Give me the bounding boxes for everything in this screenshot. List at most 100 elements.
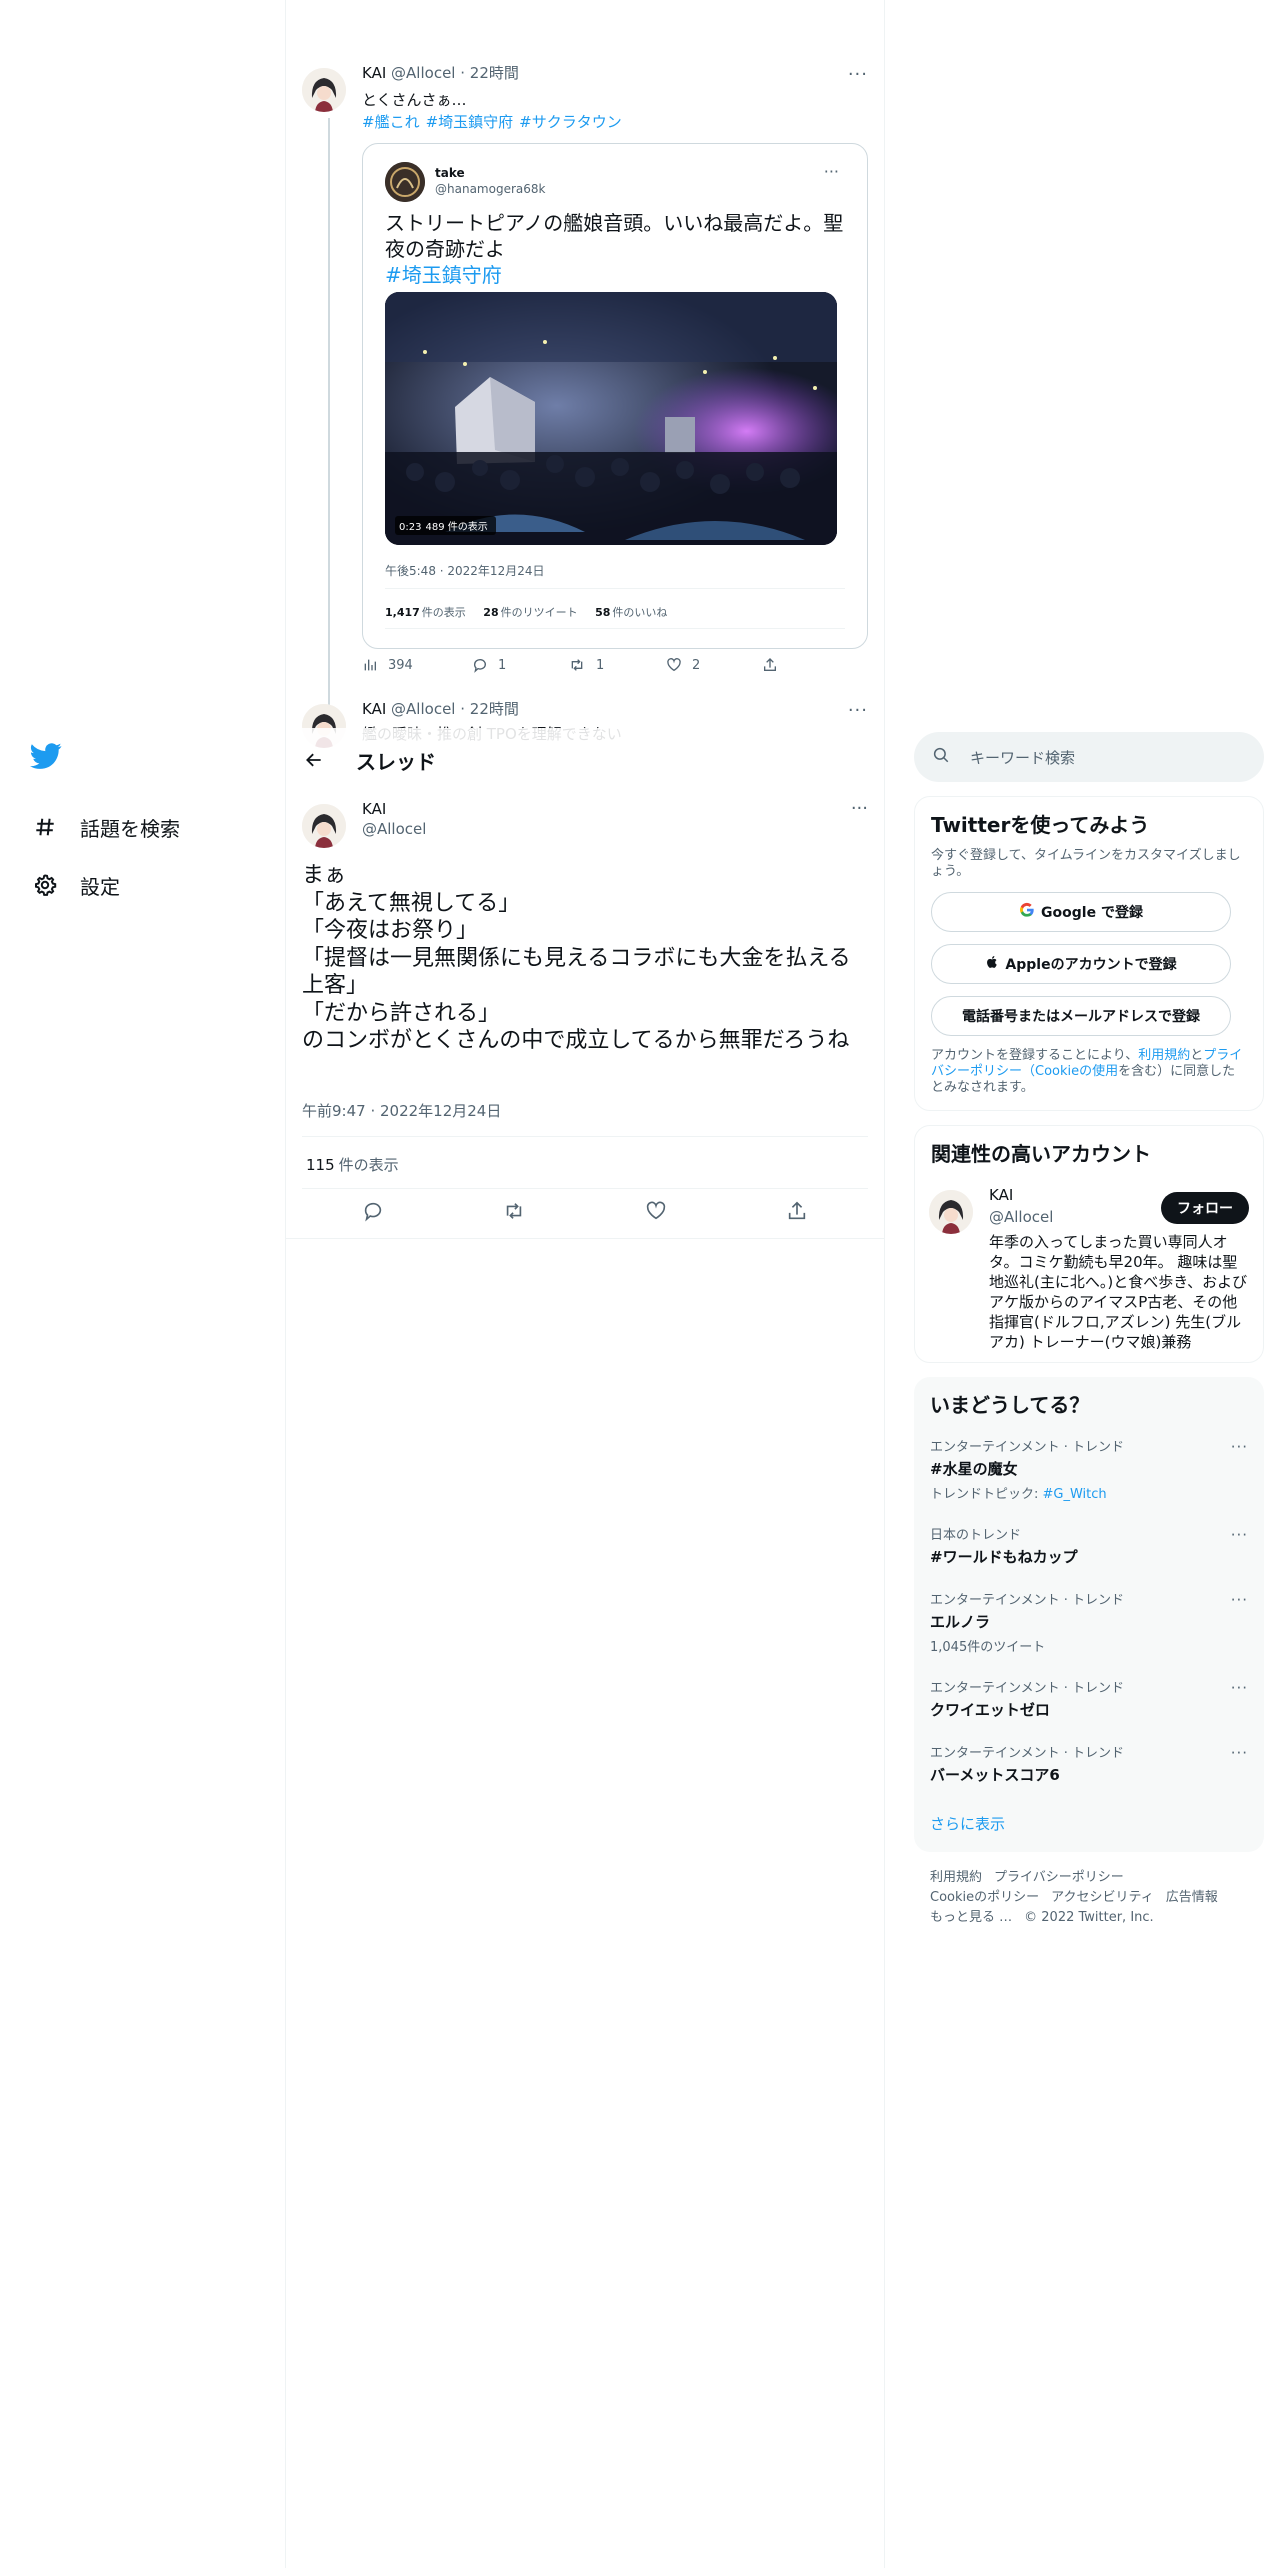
footer-link[interactable]: プライバシーポリシー	[994, 1870, 1124, 1885]
avatar[interactable]	[929, 1190, 973, 1234]
views-button[interactable]: 394	[362, 657, 472, 673]
trend-item[interactable]: エンターテインメント · トレンド #水星の魔女 トレンドトピック: #G_Wi…	[914, 1426, 1264, 1514]
quote-avatar[interactable]	[385, 162, 425, 202]
show-more-link[interactable]: さらに表示	[914, 1797, 1264, 1840]
follow-button[interactable]: フォロー	[1161, 1192, 1249, 1224]
video-badge: 0:23 489 件の表示	[395, 516, 496, 535]
nav-settings[interactable]: 設定	[30, 856, 270, 914]
back-arrow-icon[interactable]	[298, 744, 330, 776]
related-account-name[interactable]: KAI	[989, 1186, 1013, 1204]
apple-signup-button[interactable]: Appleのアカウントで登録	[931, 944, 1231, 984]
author-handle[interactable]: @Allocel	[391, 64, 455, 82]
like-button[interactable]	[636, 1191, 676, 1231]
tweet-actions: 394 1 1 2	[362, 657, 868, 673]
right-column-border	[884, 0, 885, 2568]
footer-link[interactable]: 利用規約	[930, 1870, 982, 1885]
trend-context: エンターテインメント · トレンド	[930, 1593, 1125, 1608]
thread-connector	[328, 118, 330, 708]
trend-item[interactable]: 日本のトレンド #ワールドもねカップ ···	[914, 1514, 1264, 1579]
reply-button[interactable]: 1	[472, 657, 568, 673]
trend-item[interactable]: エンターテインメント · トレンド バーメットスコア6 ···	[914, 1732, 1264, 1797]
retweet-button[interactable]	[494, 1191, 534, 1231]
nav-explore[interactable]: 話題を検索	[30, 798, 270, 856]
quote-video[interactable]: 0:23 489 件の表示	[385, 292, 837, 545]
hashtag-link[interactable]: #サクラタウン	[519, 113, 622, 131]
hashtag-link[interactable]: #埼玉鎮守府	[426, 113, 514, 131]
avatar[interactable]	[302, 68, 346, 112]
tweet-text: とくさんさぁ…	[362, 91, 467, 109]
footer-link[interactable]: 広告情報	[1166, 1890, 1218, 1905]
search-input[interactable]: キーワード検索	[970, 747, 1075, 768]
share-button[interactable]	[762, 657, 788, 673]
quoted-tweet[interactable]: take @hanamogera68k ··· ストリートピアノの艦娘音頭。いい…	[362, 143, 868, 649]
author-name[interactable]: KAI	[362, 700, 386, 718]
left-column-border	[285, 0, 286, 2568]
more-options-icon[interactable]: ···	[1231, 1438, 1248, 1456]
legal-text: と	[1190, 1048, 1204, 1063]
thread-header: スレッド	[286, 728, 884, 792]
signup-subtitle: 今すぐ登録して、タイムラインをカスタマイズしましょう。	[931, 848, 1241, 879]
hashtag-link[interactable]: #艦これ	[362, 113, 420, 131]
avatar[interactable]	[302, 804, 346, 848]
trend-name: #水星の魔女	[930, 1460, 1018, 1478]
quote-more-icon[interactable]: ···	[824, 162, 839, 181]
quote-retweets-label: 件のリツイート	[500, 606, 578, 619]
related-account-handle[interactable]: @Allocel	[989, 1208, 1053, 1226]
more-options-icon[interactable]: ···	[1231, 1679, 1248, 1697]
tweet-line: まぁ	[302, 863, 347, 888]
search-box[interactable]: キーワード検索	[914, 732, 1264, 782]
signup-legal: アカウントを登録することにより、利用規約とプライバシーポリシー（Cookieの使…	[931, 1048, 1247, 1096]
related-accounts-card: 関連性の高いアカウント KAI @Allocel フォロー 年季の入ってしまった…	[914, 1125, 1264, 1363]
quote-timestamp: 午後5:48 · 2022年12月24日	[385, 564, 545, 578]
trend-topic-link[interactable]: #G_Witch	[1043, 1487, 1107, 1502]
trend-context: エンターテインメント · トレンド	[930, 1746, 1125, 1761]
views-stat: 115 件の表示	[306, 1154, 399, 1175]
hashtag-icon	[30, 812, 60, 842]
reply-count: 1	[498, 657, 507, 673]
quote-retweets-count[interactable]: 28	[483, 606, 498, 619]
share-icon	[789, 1201, 806, 1220]
twitter-logo-icon[interactable]	[30, 740, 66, 776]
tweet-time[interactable]: 22時間	[470, 64, 519, 82]
more-options-icon[interactable]: ···	[848, 64, 868, 85]
author-handle[interactable]: @Allocel	[391, 700, 455, 718]
footer-link[interactable]: Cookieのポリシー	[930, 1890, 1039, 1905]
footer-more-link[interactable]: もっと見る …	[930, 1910, 1012, 1925]
share-icon	[764, 658, 776, 671]
tweet-text: まぁ 「あえて無視してる」 「今夜はお祭り」 「提督は一見無関係にも見えるコラボ…	[302, 862, 868, 1055]
search-icon	[932, 746, 950, 768]
signup-title: Twitterを使ってみよう	[931, 813, 1150, 837]
trend-tweet-count: 1,045件のツイート	[930, 1640, 1046, 1655]
footer-link[interactable]: アクセシビリティ	[1051, 1890, 1154, 1905]
video-views: 489 件の表示	[425, 522, 488, 533]
more-options-icon[interactable]: ···	[851, 798, 868, 819]
signup-card: Twitterを使ってみよう 今すぐ登録して、タイムラインをカスタマイズしましょ…	[914, 796, 1264, 1111]
author-name[interactable]: KAI	[362, 64, 386, 82]
tweet-timestamp[interactable]: 午前9:47 · 2022年12月24日	[302, 1100, 501, 1121]
quote-text: ストリートピアノの艦娘音頭。いいね最高だよ。聖夜の奇跡だよ #埼玉鎮守府	[385, 210, 845, 288]
trends-card: いまどうしてる？ エンターテインメント · トレンド #水星の魔女 トレンドトピ…	[914, 1377, 1264, 1852]
more-options-icon[interactable]: ···	[848, 700, 868, 721]
more-options-icon[interactable]: ···	[1231, 1744, 1248, 1762]
terms-link[interactable]: 利用規約	[1138, 1048, 1190, 1063]
like-button[interactable]: 2	[666, 657, 762, 673]
author-handle[interactable]: @Allocel	[362, 820, 426, 838]
more-options-icon[interactable]: ···	[1231, 1526, 1248, 1544]
share-button[interactable]	[777, 1191, 817, 1231]
quote-hashtag[interactable]: #埼玉鎮守府	[385, 262, 845, 288]
reply-button[interactable]	[353, 1191, 393, 1231]
tweet-time[interactable]: 22時間	[470, 700, 519, 718]
quote-views-count: 1,417	[385, 606, 420, 619]
quote-stats: 1,417 件の表示 28 件のリツイート 58 件のいいね	[385, 604, 681, 620]
phone-email-signup-button[interactable]: 電話番号またはメールアドレスで登録	[931, 996, 1231, 1036]
footer-links: 利用規約 プライバシーポリシー Cookieのポリシー アクセシビリティ 広告情報 も…	[914, 1868, 1264, 1928]
quote-likes-count[interactable]: 58	[595, 606, 610, 619]
author-name[interactable]: KAI	[362, 800, 386, 818]
more-options-icon[interactable]: ···	[1231, 1591, 1248, 1609]
copyright: © 2022 Twitter, Inc.	[1024, 1910, 1154, 1925]
trend-item[interactable]: エンターテインメント · トレンド エルノラ 1,045件のツイート ···	[914, 1579, 1264, 1667]
nav-settings-label: 設定	[80, 874, 120, 899]
google-signup-button[interactable]: Google で登録	[931, 892, 1231, 932]
retweet-button[interactable]: 1	[568, 657, 666, 673]
trend-item[interactable]: エンターテインメント · トレンド クワイエットゼロ ···	[914, 1667, 1264, 1732]
